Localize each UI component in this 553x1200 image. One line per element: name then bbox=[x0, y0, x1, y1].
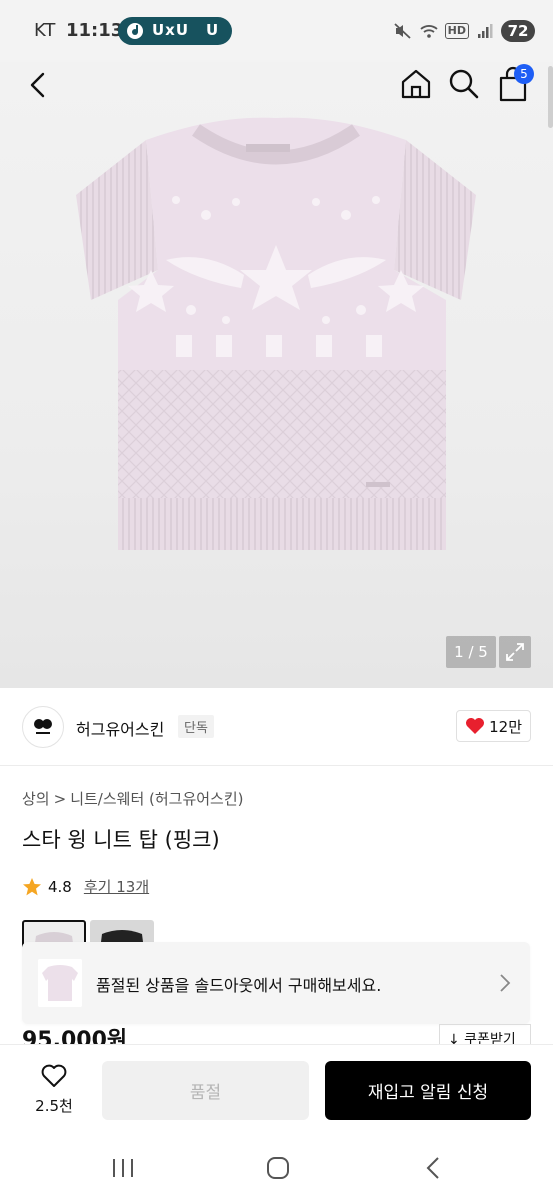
rating-row: 4.8 후기 13개 bbox=[22, 876, 149, 897]
coupon-button[interactable]: ↓ 쿠폰받기 bbox=[439, 1024, 531, 1044]
hd-voice-icon: HD bbox=[444, 23, 469, 39]
breadcrumb-category[interactable]: 상의 bbox=[22, 788, 50, 809]
soldout-button[interactable]: 품절 bbox=[102, 1061, 309, 1120]
media-pill[interactable]: UxU U bbox=[118, 17, 232, 45]
star-icon bbox=[23, 877, 41, 895]
battery-level: 72 bbox=[501, 20, 535, 42]
signal-icon bbox=[478, 24, 493, 38]
review-link[interactable]: 후기 13개 bbox=[84, 876, 149, 897]
product-photo bbox=[76, 117, 476, 550]
exclusive-badge: 단독 bbox=[178, 715, 214, 738]
wishlist-button[interactable]: 2.5천 bbox=[28, 1063, 80, 1116]
wishlist-count: 2.5천 bbox=[35, 1097, 73, 1115]
brand-logo[interactable] bbox=[22, 706, 64, 748]
scrollbar[interactable] bbox=[548, 66, 553, 128]
product-price: 95,000원 bbox=[22, 1028, 128, 1044]
brand-row: 허그유어스킨 단독 12만 bbox=[0, 688, 553, 766]
breadcrumb: 상의 > 니트/스웨터 (허그유어스킨) bbox=[22, 788, 244, 809]
home-icon[interactable] bbox=[398, 66, 434, 102]
search-icon[interactable] bbox=[446, 66, 482, 102]
music-app-icon bbox=[127, 23, 143, 39]
carrier-label: KT bbox=[34, 20, 56, 41]
brand-like-button[interactable]: 12만 bbox=[456, 710, 531, 742]
soldout-product-thumbnail bbox=[38, 959, 82, 1007]
product-title: 스타 윙 니트 탑 (핑크) bbox=[22, 828, 220, 852]
restock-alert-button[interactable]: 재입고 알림 신청 bbox=[325, 1061, 531, 1120]
system-navigation-bar bbox=[0, 1136, 553, 1200]
soldout-banner[interactable]: 품절된 상품을 솔드아웃에서 구매해보세요. bbox=[22, 942, 530, 1024]
recent-apps-icon[interactable] bbox=[110, 1156, 136, 1180]
brand-logo-icon bbox=[34, 719, 52, 734]
brand-like-count: 12만 bbox=[489, 717, 522, 736]
image-counter: 1 / 5 bbox=[446, 636, 496, 668]
cart-count-badge: 5 bbox=[514, 64, 534, 84]
heart-filled-icon bbox=[466, 718, 485, 734]
expand-button[interactable] bbox=[499, 636, 531, 668]
wifi-icon bbox=[420, 25, 438, 38]
media-pill-subtitle: U bbox=[206, 21, 219, 39]
expand-icon bbox=[506, 643, 524, 661]
mute-icon bbox=[394, 23, 411, 39]
system-back-icon[interactable] bbox=[422, 1154, 444, 1182]
status-icons: HD 72 bbox=[393, 18, 535, 44]
cart-button[interactable]: 5 bbox=[494, 64, 534, 104]
breadcrumb-subcategory[interactable]: 니트/스웨터 (허그유어스킨) bbox=[70, 788, 243, 809]
bottom-action-bar: 2.5천 품절 재입고 알림 신청 bbox=[0, 1044, 553, 1136]
heart-outline-icon bbox=[41, 1064, 67, 1087]
rating-value: 4.8 bbox=[48, 877, 72, 896]
brand-name[interactable]: 허그유어스킨 bbox=[76, 716, 164, 740]
back-arrow-icon[interactable] bbox=[22, 68, 56, 102]
breadcrumb-separator: > bbox=[53, 789, 67, 808]
home-button-icon[interactable] bbox=[265, 1155, 291, 1181]
media-pill-title: UxU bbox=[152, 21, 190, 39]
status-bar: KT 11:13 UxU U HD 72 bbox=[0, 0, 553, 62]
soldout-banner-text: 품절된 상품을 솔드아웃에서 구매해보세요. bbox=[96, 976, 382, 995]
clock-time: 11:13 bbox=[66, 20, 124, 41]
chevron-right-icon bbox=[500, 974, 511, 992]
